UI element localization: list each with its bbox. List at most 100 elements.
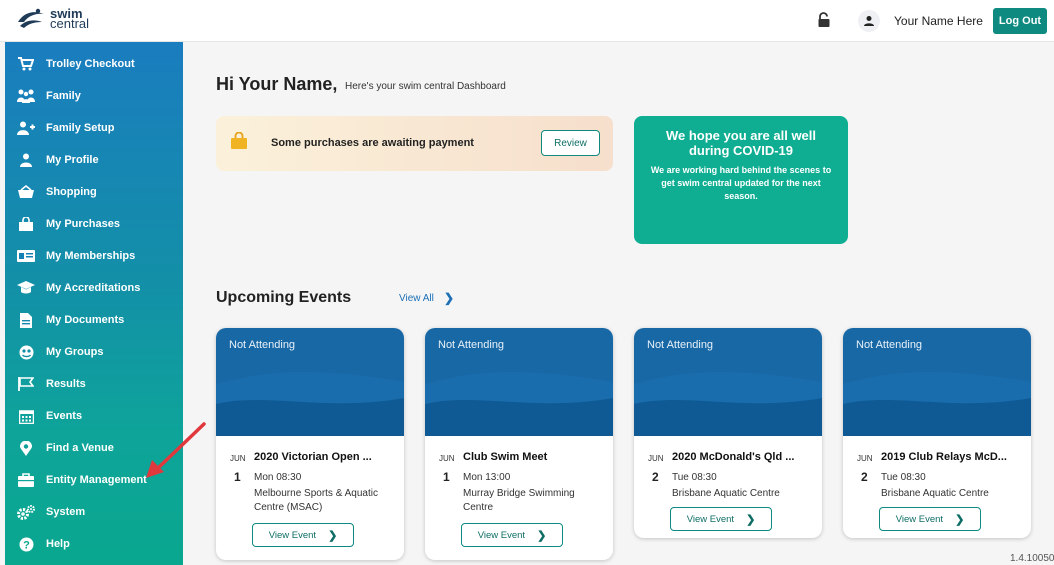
sidebar-item-my-profile[interactable]: My Profile bbox=[5, 144, 183, 176]
view-event-button[interactable]: View Event ❯ bbox=[252, 523, 354, 547]
chevron-right-icon: ❯ bbox=[328, 529, 338, 542]
sidebar-item-my-memberships[interactable]: My Memberships bbox=[5, 240, 183, 272]
id-card-icon bbox=[17, 248, 35, 264]
sidebar-item-results[interactable]: Results bbox=[5, 368, 183, 400]
family-icon bbox=[17, 88, 35, 104]
location-pin-icon bbox=[17, 440, 35, 456]
view-event-button[interactable]: View Event ❯ bbox=[879, 507, 981, 531]
sidebar-item-label: My Memberships bbox=[46, 250, 136, 262]
view-all-link[interactable]: View All bbox=[399, 293, 434, 304]
event-title: 2019 Club Relays McD... bbox=[881, 451, 1007, 463]
sidebar-item-label: My Documents bbox=[46, 314, 125, 326]
view-event-label: View Event bbox=[686, 513, 735, 525]
event-title: 2020 McDonald's Qld ... bbox=[672, 451, 795, 463]
event-status: Not Attending bbox=[229, 339, 296, 351]
unlock-icon[interactable] bbox=[817, 12, 831, 28]
bag-icon bbox=[17, 216, 35, 232]
chevron-right-icon: ❯ bbox=[537, 529, 547, 542]
chevron-right-icon: ❯ bbox=[955, 513, 965, 526]
event-month: JUN bbox=[857, 454, 873, 463]
swim-central-logo[interactable]: swim central bbox=[16, 7, 90, 31]
groups-icon bbox=[17, 344, 35, 360]
event-time: Tue 08:30 bbox=[881, 472, 926, 483]
view-event-label: View Event bbox=[268, 529, 317, 541]
event-card: Not Attending JUN Club Swim Meet 1 Mon 1… bbox=[425, 328, 613, 560]
logo-text-line2: central bbox=[50, 16, 90, 31]
payment-notice-text: Some purchases are awaiting payment bbox=[271, 137, 474, 149]
sidebar-item-family[interactable]: Family bbox=[5, 80, 183, 112]
sidebar-item-help[interactable]: ? Help bbox=[5, 528, 183, 560]
help-icon: ? bbox=[17, 536, 35, 552]
sidebar-item-label: Family bbox=[46, 90, 81, 102]
chevron-right-icon[interactable]: ❯ bbox=[444, 291, 454, 305]
sidebar-item-label: Help bbox=[46, 538, 70, 550]
event-card-header: Not Attending bbox=[425, 328, 613, 436]
svg-text:?: ? bbox=[23, 539, 30, 551]
sidebar-item-label: My Purchases bbox=[46, 218, 120, 230]
view-event-label: View Event bbox=[477, 529, 526, 541]
add-person-icon bbox=[17, 120, 35, 136]
review-button[interactable]: Review bbox=[541, 130, 600, 156]
person-icon bbox=[17, 152, 35, 168]
sidebar-item-shopping[interactable]: Shopping bbox=[5, 176, 183, 208]
flag-icon bbox=[17, 376, 35, 392]
event-venue: Melbourne Sports & Aquatic Centre (MSAC) bbox=[254, 488, 378, 513]
event-card: Not Attending JUN 2019 Club Relays McD..… bbox=[843, 328, 1031, 538]
cogs-icon bbox=[17, 504, 35, 520]
person-icon bbox=[864, 16, 874, 26]
briefcase-icon bbox=[17, 472, 35, 488]
event-day: 1 bbox=[443, 470, 450, 484]
event-day: 2 bbox=[652, 470, 659, 484]
event-card-header: Not Attending bbox=[216, 328, 404, 436]
sidebar-item-label: Shopping bbox=[46, 186, 97, 198]
sidebar-item-my-accreditations[interactable]: My Accreditations bbox=[5, 272, 183, 304]
document-icon bbox=[17, 312, 35, 328]
event-month: JUN bbox=[230, 454, 246, 463]
covid-body: We are working hard behind the scenes to… bbox=[650, 165, 832, 201]
top-bar: swim central Your Name Here Log Out bbox=[0, 0, 1054, 42]
sidebar-item-family-setup[interactable]: Family Setup bbox=[5, 112, 183, 144]
cart-icon bbox=[17, 56, 35, 72]
covid-heading: We hope you are all well during COVID-19 bbox=[665, 128, 817, 158]
event-title: 2020 Victorian Open ... bbox=[254, 451, 372, 463]
user-name[interactable]: Your Name Here bbox=[894, 14, 983, 28]
event-status: Not Attending bbox=[647, 339, 714, 351]
event-time: Mon 08:30 bbox=[254, 472, 302, 483]
shopping-bag-icon bbox=[231, 132, 247, 149]
view-event-label: View Event bbox=[895, 513, 944, 525]
sidebar-item-label: Entity Management bbox=[46, 474, 147, 486]
sidebar-item-trolley-checkout[interactable]: Trolley Checkout bbox=[5, 48, 183, 80]
swimmer-logo-icon bbox=[18, 8, 44, 28]
payment-notice-card: Some purchases are awaiting payment Revi… bbox=[216, 116, 613, 171]
view-event-button[interactable]: View Event ❯ bbox=[461, 523, 563, 547]
sidebar-item-label: Trolley Checkout bbox=[46, 58, 135, 70]
event-card-header: Not Attending bbox=[634, 328, 822, 436]
event-card-header: Not Attending bbox=[843, 328, 1031, 436]
sidebar-item-label: Find a Venue bbox=[46, 442, 114, 454]
event-time: Tue 08:30 bbox=[672, 472, 717, 483]
chevron-right-icon: ❯ bbox=[746, 513, 756, 526]
event-day: 2 bbox=[861, 470, 868, 484]
sidebar-item-label: My Accreditations bbox=[46, 282, 141, 294]
event-status: Not Attending bbox=[856, 339, 923, 351]
sidebar-item-my-groups[interactable]: My Groups bbox=[5, 336, 183, 368]
greeting-heading: Hi Your Name, bbox=[216, 74, 338, 94]
event-venue: Murray Bridge Swimming Centre bbox=[463, 488, 575, 513]
sidebar-item-system[interactable]: System bbox=[5, 496, 183, 528]
view-event-button[interactable]: View Event ❯ bbox=[670, 507, 772, 531]
calendar-icon bbox=[17, 408, 35, 424]
sidebar-item-label: System bbox=[46, 506, 86, 518]
sidebar-item-my-purchases[interactable]: My Purchases bbox=[5, 208, 183, 240]
sidebar-item-my-documents[interactable]: My Documents bbox=[5, 304, 183, 336]
wave-decoration bbox=[634, 372, 822, 436]
logout-button[interactable]: Log Out bbox=[993, 8, 1047, 34]
covid-notice-card: We hope you are all well during COVID-19… bbox=[634, 116, 848, 244]
basket-icon bbox=[17, 184, 35, 200]
greeting-subtitle: Here's your swim central Dashboard bbox=[345, 81, 506, 92]
graduation-cap-icon bbox=[17, 280, 35, 296]
user-avatar[interactable] bbox=[858, 10, 880, 32]
annotation-arrow-icon bbox=[146, 422, 206, 478]
sidebar-item-label: Family Setup bbox=[46, 122, 115, 134]
event-card: Not Attending JUN 2020 McDonald's Qld ..… bbox=[634, 328, 822, 538]
wave-decoration bbox=[216, 372, 404, 436]
